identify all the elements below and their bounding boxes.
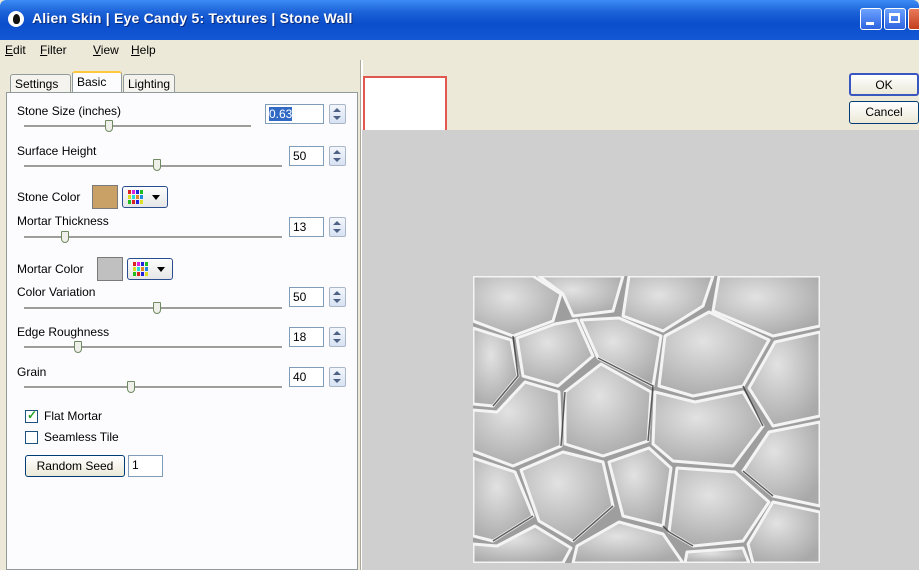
- menu-view-rest: iew: [100, 43, 119, 57]
- menu-edit[interactable]: Edit: [5, 43, 26, 57]
- grain-spinner[interactable]: [329, 367, 346, 387]
- color-variation-label: Color Variation: [17, 285, 96, 299]
- grain-label: Grain: [17, 365, 47, 379]
- stone-color-label: Stone Color: [17, 190, 81, 204]
- mortar-thickness-spinner[interactable]: [329, 217, 346, 237]
- mortar-color-picker-button[interactable]: [127, 258, 173, 280]
- maximize-button[interactable]: [884, 8, 906, 30]
- stone-size-slider-thumb[interactable]: [105, 120, 113, 132]
- grain-input[interactable]: 40: [289, 367, 324, 387]
- menu-edit-accel: E: [5, 43, 14, 57]
- alien-skin-logo-icon: [8, 11, 24, 27]
- menu-help-accel: H: [131, 43, 140, 57]
- grain-slider-thumb[interactable]: [127, 381, 135, 393]
- stone-color-picker-button[interactable]: [122, 186, 168, 208]
- ok-button[interactable]: OK: [849, 73, 919, 96]
- stone-color-swatch[interactable]: [92, 185, 118, 209]
- menu-edit-rest: dit: [13, 43, 26, 57]
- random-seed-button[interactable]: Random Seed: [25, 455, 125, 477]
- menu-filter[interactable]: Filter: [40, 43, 67, 57]
- window-title: Alien Skin | Eye Candy 5: Textures | Sto…: [32, 10, 353, 26]
- surface-height-input[interactable]: 50: [289, 146, 324, 166]
- title-bar[interactable]: Alien Skin | Eye Candy 5: Textures | Sto…: [0, 0, 919, 40]
- surface-height-label: Surface Height: [17, 144, 97, 158]
- seamless-tile-checkbox[interactable]: [25, 431, 38, 444]
- surface-height-spinner[interactable]: [329, 146, 346, 166]
- mortar-color-swatch[interactable]: [97, 257, 123, 281]
- cancel-button[interactable]: Cancel: [849, 101, 919, 124]
- tab-basic[interactable]: Basic: [72, 71, 122, 93]
- edge-roughness-slider-track[interactable]: [24, 346, 282, 349]
- stone-size-slider-track[interactable]: [24, 125, 251, 128]
- menu-view[interactable]: View: [93, 43, 119, 57]
- color-grid-icon: [133, 262, 148, 276]
- edge-roughness-slider-thumb[interactable]: [74, 341, 82, 353]
- grain-slider-track[interactable]: [24, 386, 282, 389]
- edge-roughness-spinner[interactable]: [329, 327, 346, 347]
- color-variation-spinner[interactable]: [329, 287, 346, 307]
- random-seed-input[interactable]: 1: [128, 455, 163, 477]
- chevron-down-icon: [152, 195, 160, 200]
- stone-texture-svg: [473, 276, 820, 563]
- mortar-thickness-label: Mortar Thickness: [17, 214, 109, 228]
- minimize-button[interactable]: [860, 8, 882, 30]
- mortar-color-label: Mortar Color: [17, 262, 84, 276]
- menu-help-rest: elp: [139, 43, 156, 57]
- basic-tab-panel: Stone Size (inches) 0.63 Surface Height …: [6, 92, 358, 570]
- color-variation-slider-thumb[interactable]: [153, 302, 161, 314]
- menu-filter-rest: ilter: [47, 43, 67, 57]
- edge-roughness-label: Edge Roughness: [17, 325, 110, 339]
- tab-lighting[interactable]: Lighting: [123, 74, 175, 92]
- stone-size-label: Stone Size (inches): [17, 104, 122, 118]
- menu-help[interactable]: Help: [131, 43, 156, 57]
- stone-size-spinner[interactable]: [329, 104, 346, 124]
- surface-height-slider-thumb[interactable]: [153, 159, 161, 171]
- stone-size-input[interactable]: 0.63: [265, 104, 324, 124]
- stone-wall-preview-image: [473, 276, 820, 563]
- seamless-tile-label[interactable]: Seamless Tile: [44, 430, 119, 444]
- mortar-thickness-input[interactable]: 13: [289, 217, 324, 237]
- edge-roughness-input[interactable]: 18: [289, 327, 324, 347]
- mortar-thickness-slider-thumb[interactable]: [61, 231, 69, 243]
- close-button[interactable]: [908, 8, 919, 30]
- settings-panel: Settings Basic Lighting Stone Size (inch…: [6, 60, 360, 570]
- flat-mortar-checkbox[interactable]: [25, 408, 38, 423]
- stone-size-value: 0.63: [269, 107, 293, 121]
- menu-view-accel: V: [93, 43, 101, 57]
- tab-settings[interactable]: Settings: [10, 74, 71, 92]
- flat-mortar-label[interactable]: Flat Mortar: [44, 409, 102, 423]
- chevron-down-icon: [157, 267, 165, 272]
- menu-bar: Edit Filter View Help: [0, 40, 919, 60]
- color-grid-icon: [128, 190, 143, 204]
- color-variation-input[interactable]: 50: [289, 287, 324, 307]
